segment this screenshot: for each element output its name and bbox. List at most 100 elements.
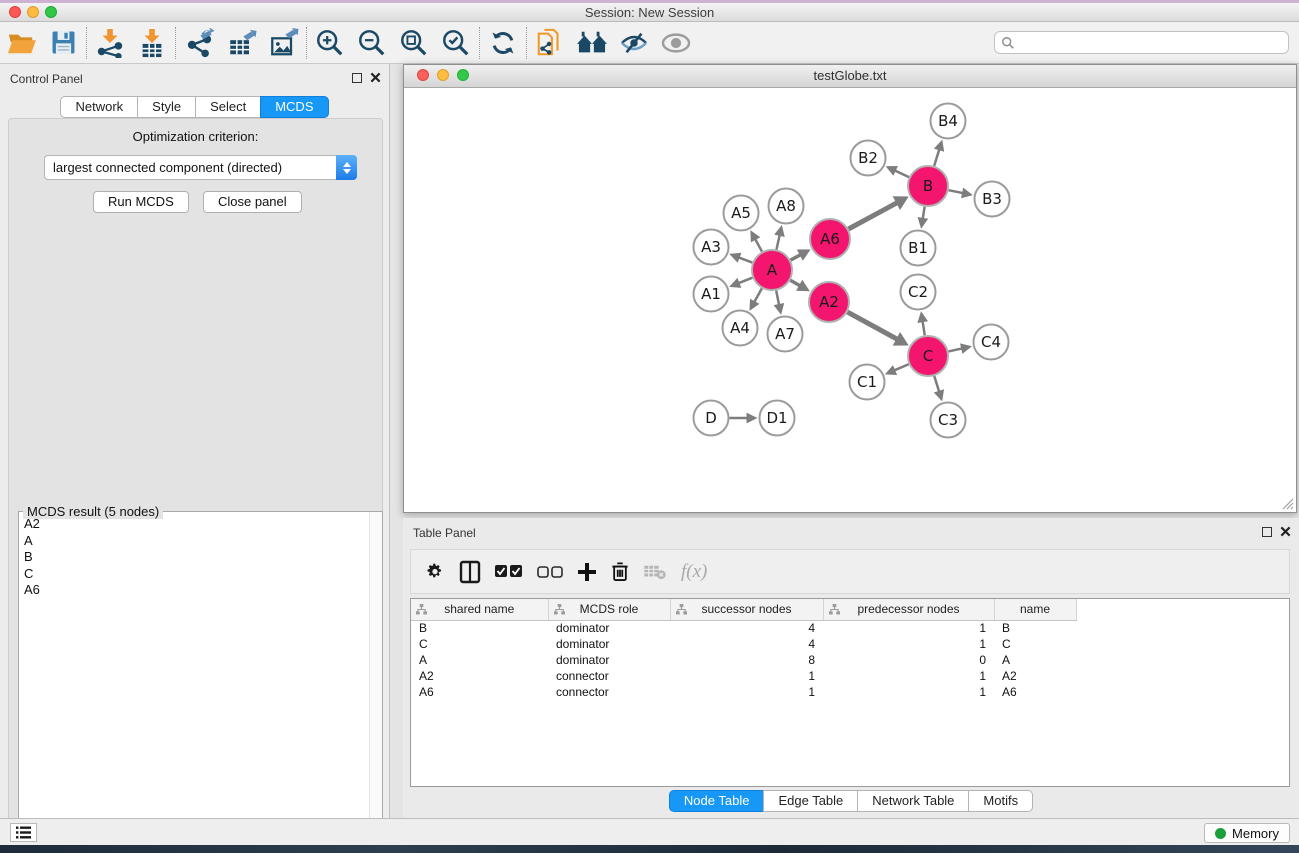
table-cell[interactable]: 4 bbox=[670, 620, 823, 636]
memory-button[interactable]: Memory bbox=[1204, 823, 1290, 843]
hide-panel-eye-icon[interactable] bbox=[613, 25, 655, 61]
result-item[interactable]: A2 bbox=[20, 516, 368, 533]
float-panel-icon[interactable] bbox=[352, 73, 362, 83]
network-edge-A-A3[interactable] bbox=[738, 257, 753, 263]
table-cell[interactable]: 1 bbox=[670, 684, 823, 700]
zoom-fit-icon[interactable] bbox=[393, 25, 435, 61]
table-cell[interactable]: 0 bbox=[823, 652, 994, 668]
result-item[interactable]: A6 bbox=[20, 582, 368, 599]
close-table-panel-icon[interactable] bbox=[1280, 526, 1291, 537]
settings-gear-icon[interactable] bbox=[425, 557, 445, 587]
zoom-selected-icon[interactable] bbox=[435, 25, 477, 61]
table-cell[interactable]: A2 bbox=[994, 668, 1076, 684]
network-edge-C-C2[interactable] bbox=[922, 320, 924, 335]
show-column-icon[interactable] bbox=[459, 557, 481, 587]
task-history-button[interactable] bbox=[10, 823, 37, 842]
column-header-predecessor-nodes[interactable]: predecessor nodes bbox=[823, 599, 994, 620]
unselect-all-checkboxes-icon[interactable] bbox=[537, 557, 563, 587]
delete-columns-icon[interactable] bbox=[611, 557, 629, 587]
table-cell[interactable]: 4 bbox=[670, 636, 823, 652]
resize-grip-icon[interactable] bbox=[1280, 496, 1294, 510]
tab-style[interactable]: Style bbox=[137, 96, 196, 118]
table-row[interactable]: Bdominator41B bbox=[411, 620, 1076, 636]
network-edge-C-C3[interactable] bbox=[934, 376, 939, 393]
network-edge-A-A5[interactable] bbox=[755, 238, 762, 252]
open-folder-icon[interactable] bbox=[0, 25, 42, 61]
refresh-icon[interactable] bbox=[482, 25, 524, 61]
table-tab-motifs[interactable]: Motifs bbox=[968, 790, 1033, 812]
float-table-panel-icon[interactable] bbox=[1262, 527, 1272, 537]
network-edge-A-A1[interactable] bbox=[738, 278, 753, 284]
table-cell[interactable]: connector bbox=[548, 684, 670, 700]
table-cell[interactable]: 1 bbox=[823, 668, 994, 684]
table-cell[interactable]: A6 bbox=[411, 684, 548, 700]
table-row[interactable]: A2connector11A2 bbox=[411, 668, 1076, 684]
network-edge-B-B4[interactable] bbox=[934, 148, 939, 166]
home-icon[interactable] bbox=[571, 25, 613, 61]
network-edge-A2-C[interactable] bbox=[847, 312, 898, 340]
table-cell[interactable]: dominator bbox=[548, 620, 670, 636]
table-cell[interactable]: B bbox=[411, 620, 548, 636]
zoom-out-icon[interactable] bbox=[351, 25, 393, 61]
network-window-titlebar[interactable]: testGlobe.txt bbox=[404, 65, 1296, 88]
import-table-icon[interactable] bbox=[131, 25, 173, 61]
column-header-MCDS-role[interactable]: MCDS role bbox=[548, 599, 670, 620]
delete-table-icon[interactable] bbox=[643, 557, 667, 587]
show-panel-eye-icon[interactable] bbox=[655, 25, 697, 61]
result-item[interactable]: B bbox=[20, 549, 368, 566]
search-input[interactable] bbox=[1015, 34, 1288, 52]
tab-network[interactable]: Network bbox=[60, 96, 138, 118]
minimize-network-icon[interactable] bbox=[437, 69, 449, 81]
table-cell[interactable]: dominator bbox=[548, 636, 670, 652]
table-cell[interactable]: 1 bbox=[823, 620, 994, 636]
export-table-icon[interactable] bbox=[220, 25, 262, 61]
table-tab-edge-table[interactable]: Edge Table bbox=[763, 790, 858, 812]
table-cell[interactable]: A bbox=[994, 652, 1076, 668]
import-network-icon[interactable] bbox=[89, 25, 131, 61]
table-tab-node-table[interactable]: Node Table bbox=[669, 790, 765, 812]
network-edge-A-A4[interactable] bbox=[754, 288, 762, 303]
network-edge-A-A8[interactable] bbox=[776, 234, 779, 250]
network-edge-A-A7[interactable] bbox=[776, 291, 779, 306]
mcds-result-list[interactable]: A2ABCA6 bbox=[20, 516, 368, 851]
network-edge-B-B3[interactable] bbox=[949, 190, 964, 193]
clone-network-icon[interactable] bbox=[529, 25, 571, 61]
save-icon[interactable] bbox=[42, 25, 84, 61]
column-header-name[interactable]: name bbox=[994, 599, 1076, 620]
column-header-successor-nodes[interactable]: successor nodes bbox=[670, 599, 823, 620]
function-builder-icon[interactable]: f(x) bbox=[681, 561, 707, 583]
table-cell[interactable]: 1 bbox=[670, 668, 823, 684]
result-item[interactable]: A bbox=[20, 533, 368, 550]
table-cell[interactable]: C bbox=[411, 636, 548, 652]
table-cell[interactable]: A6 bbox=[994, 684, 1076, 700]
table-cell[interactable]: C bbox=[994, 636, 1076, 652]
table-cell[interactable]: 1 bbox=[823, 636, 994, 652]
table-row[interactable]: A6connector11A6 bbox=[411, 684, 1076, 700]
table-tab-network-table[interactable]: Network Table bbox=[857, 790, 969, 812]
close-panel-button[interactable]: Close panel bbox=[203, 191, 302, 213]
table-cell[interactable]: 1 bbox=[823, 684, 994, 700]
table-cell[interactable]: connector bbox=[548, 668, 670, 684]
search-field[interactable] bbox=[994, 31, 1289, 54]
table-cell[interactable]: dominator bbox=[548, 652, 670, 668]
table-cell[interactable]: A bbox=[411, 652, 548, 668]
minimize-window-icon[interactable] bbox=[27, 6, 39, 18]
close-window-icon[interactable] bbox=[9, 6, 21, 18]
network-edge-C-C4[interactable] bbox=[948, 348, 963, 351]
select-all-checkboxes-icon[interactable] bbox=[495, 557, 523, 587]
run-mcds-button[interactable]: Run MCDS bbox=[93, 191, 189, 213]
network-edge-C-C1[interactable] bbox=[893, 364, 908, 371]
optimization-dropdown[interactable]: largest connected component (directed) bbox=[44, 155, 357, 180]
maximize-window-icon[interactable] bbox=[45, 6, 57, 18]
table-row[interactable]: Adominator80A bbox=[411, 652, 1076, 668]
close-panel-icon[interactable] bbox=[370, 72, 381, 83]
network-edge-A6-B[interactable] bbox=[848, 202, 898, 229]
tab-select[interactable]: Select bbox=[195, 96, 261, 118]
table-cell[interactable]: 8 bbox=[670, 652, 823, 668]
network-canvas[interactable]: B4B2BB3A5A8A6A3B1AA1C2A2A4A7CC4C1C3DD1 bbox=[405, 88, 1295, 512]
export-image-icon[interactable] bbox=[262, 25, 304, 61]
result-item[interactable]: C bbox=[20, 566, 368, 583]
table-cell[interactable]: B bbox=[994, 620, 1076, 636]
table-row[interactable]: Cdominator41C bbox=[411, 636, 1076, 652]
tab-mcds[interactable]: MCDS bbox=[260, 96, 328, 118]
